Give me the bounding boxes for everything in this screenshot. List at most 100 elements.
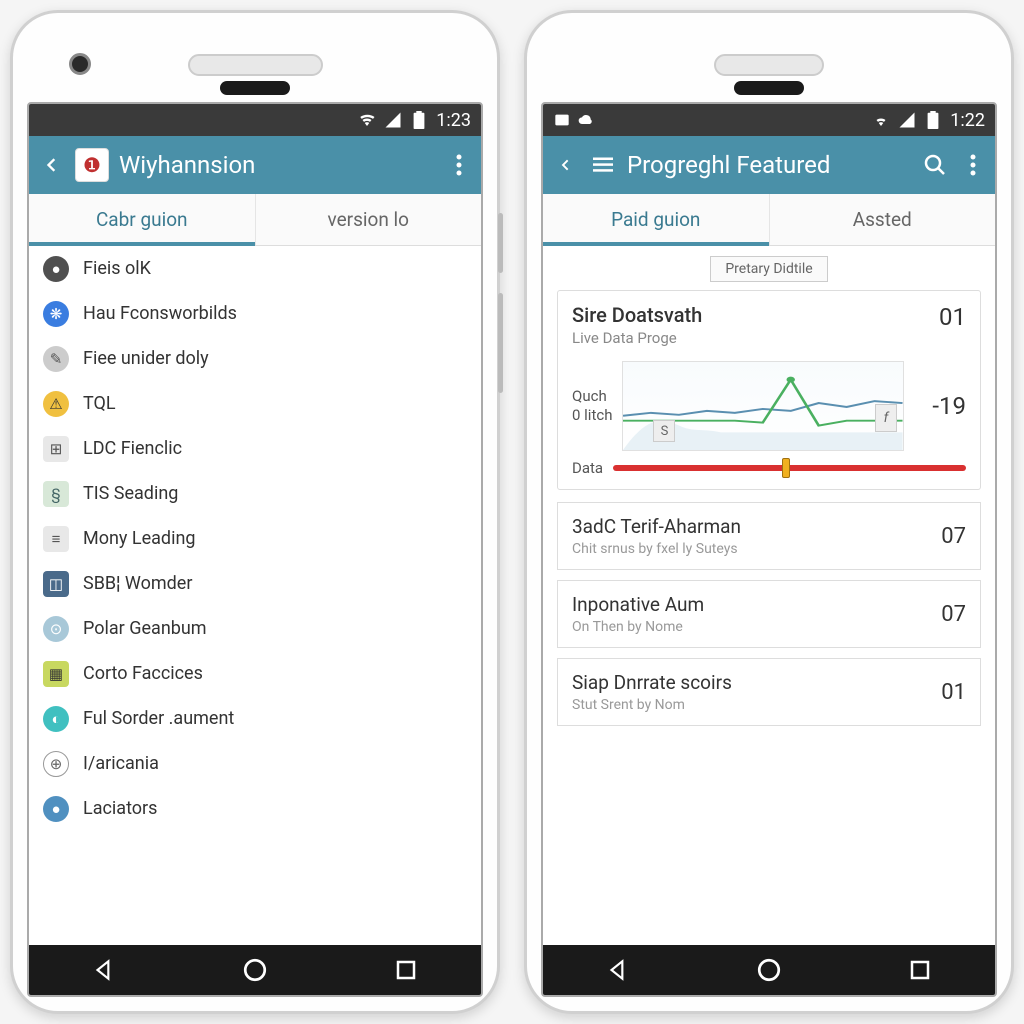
list-icon: ● [43,256,69,282]
list-item[interactable]: ⊞LDC Fienclic [29,426,481,471]
android-nav-bar [543,945,995,995]
back-icon[interactable] [551,151,579,179]
status-bar: 1:23 [29,104,481,136]
notif-cloud-icon [577,111,595,129]
list-item[interactable]: ▦ Corto Faccices [29,651,481,696]
bluetooth-icon: ❋ [43,301,69,327]
phone-bezel-top [541,27,997,102]
list-icon: ≡ [43,526,69,552]
tab-1[interactable]: version lo [256,194,482,245]
tab-0[interactable]: Paid guion [543,194,770,245]
list-icon: ◫ [43,571,69,597]
nav-home-icon[interactable] [237,952,273,988]
app-bar: Progreghl Featured [543,136,995,194]
tab-label: version lo [327,208,409,231]
app-title: Progreghl Featured [627,151,911,179]
battery-icon [410,111,428,129]
list-item[interactable]: ≡Mony Leading [29,516,481,561]
line-chart: S f [622,361,904,451]
slider-thumb[interactable] [782,458,790,478]
back-icon[interactable] [37,151,65,179]
list-item[interactable]: ✎Fiee unider doly [29,336,481,381]
status-time: 1:22 [950,110,985,131]
screen-left: 1:23 ❶ Wiyhannsion Cabr guion version lo… [27,102,483,997]
row-subtitle: On Then by Nome [572,619,704,635]
list-icon: ✎ [43,346,69,372]
list-label: Ful Sorder .aument [83,708,234,729]
list-label: Hau Fconsworbilds [83,303,237,324]
data-card[interactable]: Sire Doatsvath Live Data Proge 01 Quch 0… [557,290,981,490]
chart-yvalue: -19 [914,392,966,420]
card-tab-pill[interactable]: Pretary Didtile [710,256,827,282]
speaker-slot [714,54,824,76]
list-item[interactable]: ⚠ TQL [29,381,481,426]
app-logo-icon: ❶ [75,148,109,182]
signal-icon [384,111,402,129]
tab-bar: Cabr guion version lo [29,194,481,246]
list-label: Fieis olK [83,258,151,279]
row-value: 07 [941,602,966,627]
tab-0[interactable]: Cabr guion [29,194,256,245]
app-title: Wiyhannsion [119,151,435,179]
android-nav-bar [29,945,481,995]
nav-recent-icon[interactable] [388,952,424,988]
search-icon[interactable] [921,151,949,179]
list-row[interactable]: Inponative Aum On Then by Nome 07 [557,580,981,648]
screen-right: 1:22 Progreghl Featured Paid guion Asste… [541,102,997,997]
nav-recent-icon[interactable] [902,952,938,988]
list-item[interactable]: §TIS Seading [29,471,481,516]
chart-left-labels: Quch 0 litch [572,387,612,426]
list-row[interactable]: Siap Dnrrate scoirs Stut Srent by Nom 01 [557,658,981,726]
slider-row: Data [572,459,966,477]
list-icon: ⊕ [43,751,69,777]
overflow-icon[interactable] [959,151,987,179]
tab-1[interactable]: Assted [770,194,996,245]
nav-back-icon[interactable] [86,952,122,988]
row-value: 07 [941,524,966,549]
list-item[interactable]: ⊕I/aricania [29,741,481,786]
list-label: Polar Geanbum [83,618,207,639]
slider-track[interactable] [613,465,966,471]
list-item[interactable]: ●Laciators [29,786,481,831]
signal-icon [898,111,916,129]
list-icon: § [43,481,69,507]
chart-label-1: Quch [572,387,612,407]
row-subtitle: Stut Srent by Nom [572,697,732,713]
list-item[interactable]: ◐Ful Sorder .aument [29,696,481,741]
warning-icon: ⚠ [43,391,69,417]
content-area[interactable]: Pretary Didtile Sire Doatsvath Live Data… [543,246,995,945]
menu-icon[interactable] [589,151,617,179]
list-label: Corto Faccices [83,663,203,684]
list-label: TQL [83,393,116,414]
list-icon: ⊞ [43,436,69,462]
tab-label: Cabr guion [96,208,188,231]
chart-badge-left: S [653,420,675,442]
list-item[interactable]: ❋ Hau Fconsworbilds [29,291,481,336]
wifi-icon [358,111,376,129]
chart-badge-right: f [875,404,897,432]
list-row[interactable]: 3adC Terif-Aharman Chit srnus by fxel ly… [557,502,981,570]
item-list[interactable]: ● Fieis olK ❋ Hau Fconsworbilds ✎Fiee unid… [29,246,481,945]
hw-button-1 [498,213,503,273]
hw-button-2 [498,293,503,393]
list-item[interactable]: ● Fieis olK [29,246,481,291]
row-title: 3adC Terif-Aharman [572,515,741,538]
phone-left: 1:23 ❶ Wiyhannsion Cabr guion version lo… [10,10,500,1014]
list-icon: ▦ [43,661,69,687]
tab-label: Paid guion [611,208,700,231]
list-item[interactable]: ◫SBB¦ Womder [29,561,481,606]
row-subtitle: Chit srnus by fxel ly Suteys [572,541,741,557]
nav-back-icon[interactable] [600,952,636,988]
list-label: Laciators [83,798,157,819]
row-title: Siap Dnrrate scoirs [572,671,732,694]
card-tab-row: Pretary Didtile [557,256,981,282]
speaker-pill [220,81,290,95]
card-title: Sire Doatsvath [572,303,702,327]
speaker-slot [188,54,323,76]
nav-home-icon[interactable] [751,952,787,988]
notif-image-icon [553,111,571,129]
app-bar: ❶ Wiyhannsion [29,136,481,194]
wifi-icon [872,111,890,129]
list-item[interactable]: ⊙Polar Geanbum [29,606,481,651]
overflow-icon[interactable] [445,151,473,179]
